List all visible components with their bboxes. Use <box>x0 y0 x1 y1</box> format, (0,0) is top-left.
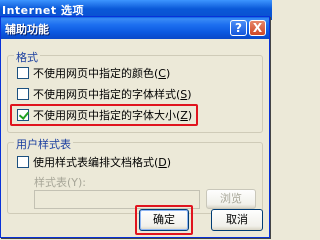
close-icon: X <box>252 21 263 35</box>
checkbox-ignore-font-sizes[interactable]: 不使用网页中指定的字体大小 (Z) <box>17 107 192 123</box>
hotkey-paren-close: ) <box>165 66 171 80</box>
close-button[interactable]: X <box>249 20 266 36</box>
checkbox-ignore-font-styles[interactable]: 不使用网页中指定的字体样式 (S) <box>17 86 192 102</box>
checkbox-ignore-colors-box[interactable] <box>17 67 29 79</box>
hotkey-paren-close: ) <box>166 155 172 169</box>
hotkey-paren-close: ) <box>187 87 192 101</box>
user-style-group: 用户样式表 使用样式表编排文档格式 (D) 样式表(Y): 浏览(R)... <box>7 136 263 223</box>
format-group: 格式 不使用网页中指定的颜色 (C) 不使用网页中指定的字体样式 (S) 不使用… <box>7 49 263 133</box>
checkbox-use-stylesheet[interactable]: 使用样式表编排文档格式 (D) <box>17 154 171 170</box>
hotkey-paren-close: ) <box>187 108 193 122</box>
checkbox-ignore-font-sizes-label: 不使用网页中指定的字体大小 <box>33 109 176 122</box>
format-group-legend: 格式 <box>14 49 40 65</box>
help-button[interactable]: ? <box>230 20 247 36</box>
browse-button[interactable]: 浏览(R)... <box>206 189 256 223</box>
checkbox-ignore-font-styles-hotkey: S <box>180 87 188 101</box>
checkbox-ignore-font-sizes-box[interactable] <box>17 109 29 121</box>
checkbox-ignore-colors-hotkey: C <box>158 66 166 80</box>
checkbox-use-stylesheet-hotkey: D <box>158 155 167 169</box>
accessibility-dialog: 辅助功能 ? X 格式 不使用网页中指定的颜色 (C) 不使用网页中指定的字体样… <box>0 16 270 238</box>
checkbox-ignore-colors[interactable]: 不使用网页中指定的颜色 (C) <box>17 65 170 81</box>
help-icon: ? <box>235 21 242 35</box>
ok-button[interactable]: 确定 <box>139 209 189 231</box>
dialog-titlebar[interactable]: 辅助功能 ? X <box>1 17 269 39</box>
checkbox-use-stylesheet-box[interactable] <box>17 156 29 168</box>
checkbox-ignore-font-sizes-hotkey: Z <box>180 108 188 122</box>
checkbox-use-stylesheet-label: 使用样式表编排文档格式 <box>33 156 154 169</box>
checkbox-ignore-font-styles-label: 不使用网页中指定的字体样式 <box>33 88 176 101</box>
cancel-button[interactable]: 取消 <box>211 209 263 231</box>
stylesheet-label: 样式表(Y): <box>34 176 87 189</box>
checkbox-ignore-font-styles-box[interactable] <box>17 88 29 100</box>
dialog-title: 辅助功能 <box>5 23 49 36</box>
user-style-group-legend: 用户样式表 <box>14 136 73 152</box>
checkbox-ignore-colors-label: 不使用网页中指定的颜色 <box>33 67 154 80</box>
